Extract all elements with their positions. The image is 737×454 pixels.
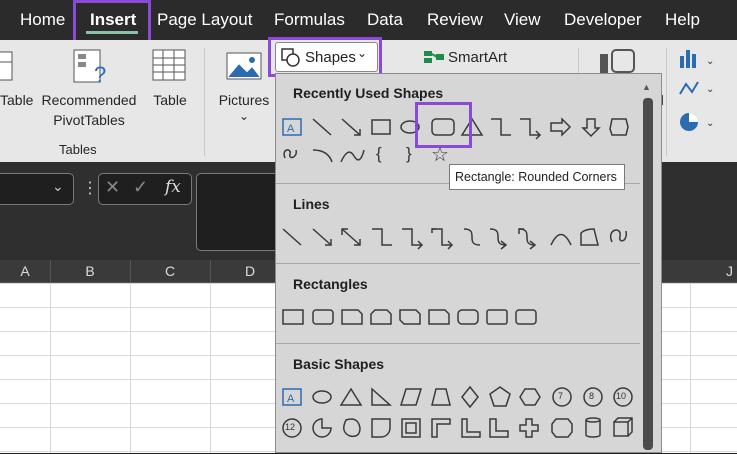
svg-text:A: A	[287, 393, 295, 405]
number-12-shape[interactable]: 12	[285, 422, 295, 432]
recommended-pivottables-icon: ?	[73, 49, 106, 87]
brace-open-shape[interactable]: {	[376, 144, 382, 164]
pictures-icon	[226, 52, 262, 80]
tab-formulas[interactable]: Formulas	[274, 10, 345, 30]
more-options-icon[interactable]: ⋮	[82, 178, 98, 198]
number-7-shape[interactable]: 7	[558, 391, 563, 401]
tab-view[interactable]: View	[504, 10, 541, 30]
divider	[276, 263, 640, 264]
svg-text:⌄: ⌄	[706, 118, 714, 129]
chart-icons: ⌄ ⌄ ⌄	[679, 50, 714, 131]
tab-home[interactable]: Home	[20, 10, 65, 30]
snip-shape[interactable]	[609, 118, 629, 136]
textbox-shape[interactable]: A	[282, 118, 302, 136]
rectangle-shape[interactable]	[371, 119, 391, 135]
number-10-shape[interactable]: 10	[616, 391, 626, 401]
column-header-b[interactable]: B	[50, 260, 131, 282]
recommended-label-2[interactable]: PivotTables	[38, 110, 140, 130]
formula-buttons: ✕ ✓ fx	[98, 173, 192, 205]
svg-text:⌄: ⌄	[706, 56, 714, 67]
tab-data[interactable]: Data	[367, 10, 403, 30]
ribbon-separator	[204, 48, 205, 156]
curve-shape[interactable]	[340, 149, 365, 163]
freeform-shape[interactable]	[283, 149, 297, 159]
scroll-thumb[interactable]	[643, 98, 653, 450]
divider	[276, 343, 640, 344]
arrow-line-shape[interactable]	[341, 118, 361, 136]
cancel-icon[interactable]: ✕	[105, 177, 120, 198]
arc-shape[interactable]	[312, 149, 333, 163]
namebox-caret-icon[interactable]: ⌄	[52, 178, 64, 195]
table-icon	[0, 51, 13, 81]
column-header-c[interactable]: C	[130, 260, 211, 282]
basic-shapes-title: Basic Shapes	[293, 356, 385, 372]
recommended-label-1[interactable]: Recommended	[38, 90, 140, 110]
smartart-label[interactable]: SmartArt	[448, 48, 507, 68]
table-label[interactable]: Table	[150, 90, 190, 110]
right-arrow-shape[interactable]	[550, 117, 572, 137]
elbow-arrow-shape[interactable]	[520, 118, 542, 140]
name-box[interactable]: ⌄	[0, 173, 74, 205]
tab-page-layout[interactable]: Page Layout	[157, 10, 252, 30]
tab-developer[interactable]: Developer	[564, 10, 642, 30]
tab-review[interactable]: Review	[427, 10, 483, 30]
shapes-button-highlight	[268, 37, 382, 77]
tables-group-label: Tables	[59, 142, 97, 157]
ribbon-separator-3	[666, 48, 667, 156]
enter-icon[interactable]: ✓	[133, 177, 148, 198]
column-header-a[interactable]: A	[0, 260, 51, 282]
column-header-j[interactable]: J	[722, 260, 737, 282]
pictures-caret[interactable]: ⌄	[216, 106, 272, 126]
scroll-up-icon[interactable]: ▲	[642, 82, 651, 92]
number-8-shape[interactable]: 8	[589, 391, 594, 401]
shape-tooltip: Rectangle: Rounded Corners	[449, 164, 625, 190]
line-shape[interactable]	[312, 118, 332, 136]
fx-icon[interactable]: fx	[165, 177, 181, 197]
rounded-rectangle-highlight	[415, 102, 472, 148]
table-left-label[interactable]: Table	[0, 90, 33, 110]
table-grid-icon	[152, 49, 186, 81]
brace-close-shape[interactable]: }	[406, 144, 412, 164]
elbow-connector-shape[interactable]	[491, 118, 511, 136]
gallery-scrollbar[interactable]: ▲	[640, 78, 656, 450]
smartart-icon	[424, 51, 444, 63]
rectangles-title: Rectangles	[293, 276, 368, 292]
down-arrow-shape[interactable]	[581, 118, 601, 138]
svg-text:?: ?	[94, 62, 106, 87]
tab-help[interactable]: Help	[665, 10, 700, 30]
svg-text:⌄: ⌄	[706, 84, 714, 95]
lines-title: Lines	[293, 196, 330, 212]
svg-text:A: A	[287, 123, 295, 135]
